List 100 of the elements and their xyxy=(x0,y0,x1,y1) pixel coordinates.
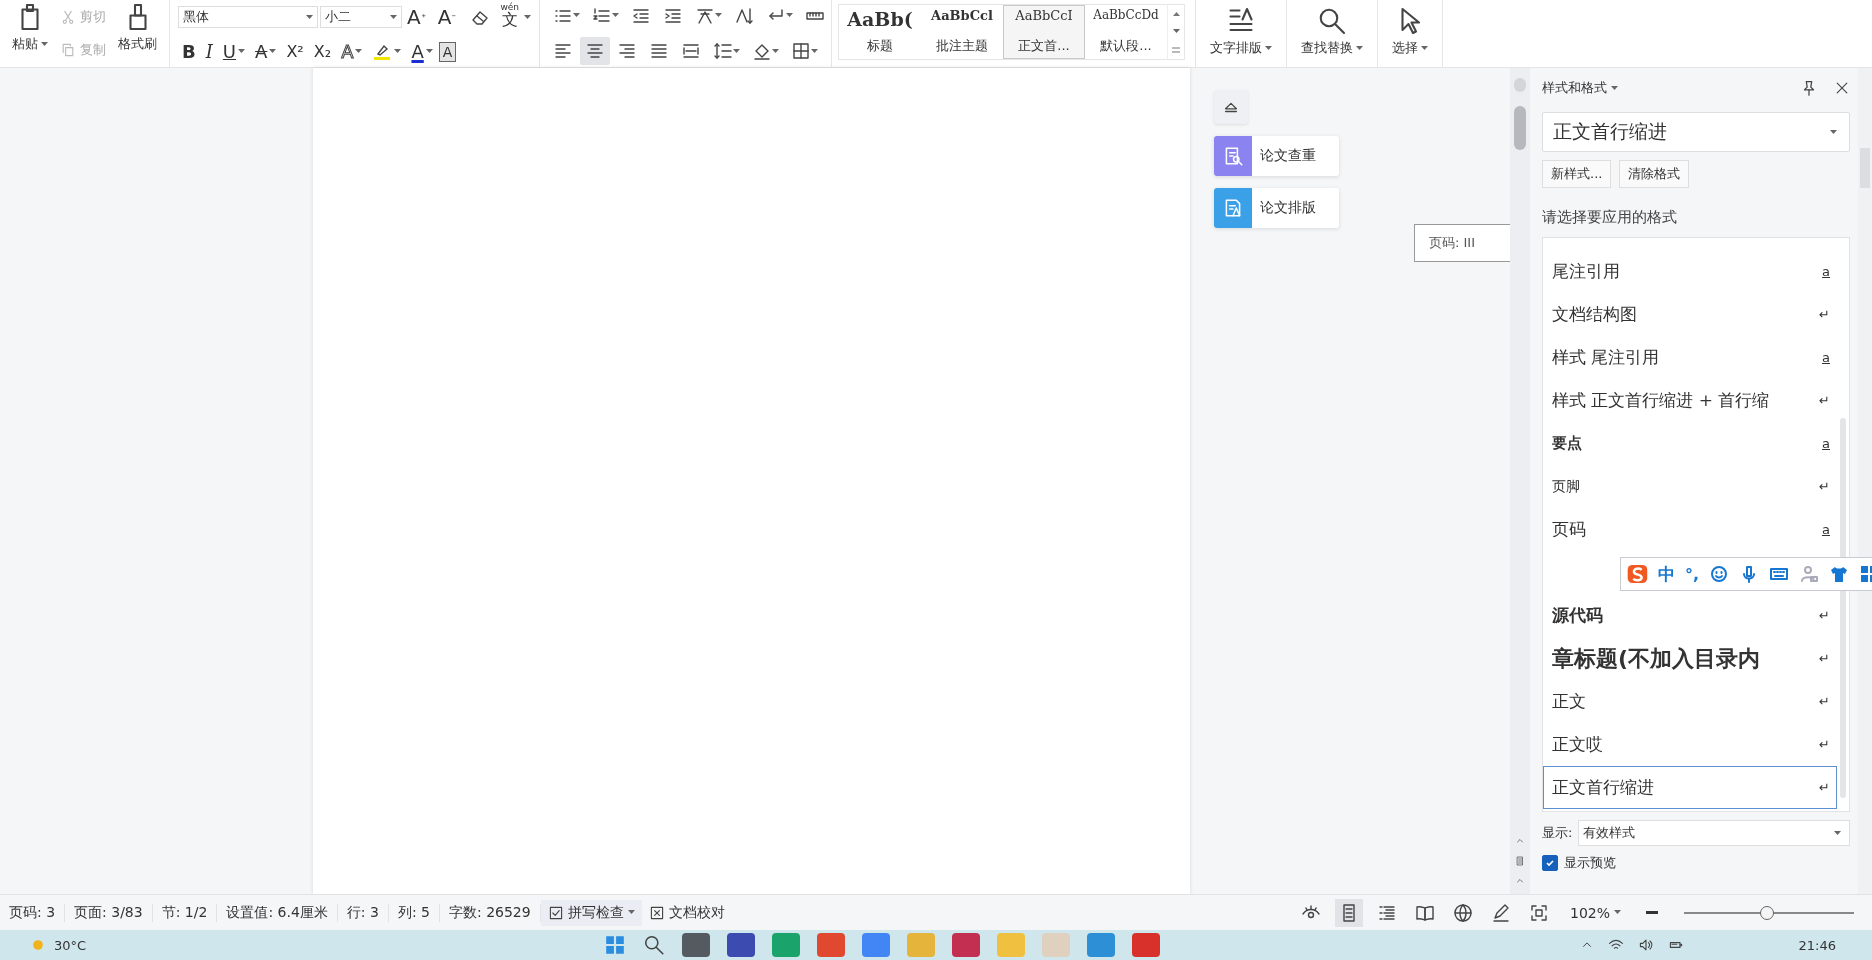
style-type-mark: ↵ xyxy=(1819,479,1830,494)
paste-button[interactable]: 粘贴 xyxy=(8,0,52,67)
scroll-up-icon xyxy=(1172,11,1180,17)
style-gallery-item[interactable]: AaBb( 标题 xyxy=(839,5,921,59)
shirt-icon xyxy=(1829,564,1849,584)
caret-icon xyxy=(1614,910,1621,915)
smiley-icon[interactable] xyxy=(1709,564,1729,584)
style-list-item[interactable]: 源代码 ↵ xyxy=(1543,594,1837,637)
style-name: 样式 正文首行缩进 + 首行缩 xyxy=(1552,389,1770,412)
style-list-item[interactable]: 章标题(不加入目录内 ↵ xyxy=(1543,637,1837,680)
style-type-mark: a xyxy=(1822,350,1830,365)
fontcolor-button[interactable]: A xyxy=(407,38,437,65)
status-item: 字数: 26529 xyxy=(440,903,541,922)
show-dropdown[interactable]: 有效样式 xyxy=(1578,820,1850,846)
align-center-button[interactable] xyxy=(580,37,610,66)
format-painter-button[interactable]: 格式刷 xyxy=(114,0,161,67)
check-icon xyxy=(1545,858,1555,868)
style-name: 批注主题 xyxy=(936,37,988,55)
style-type-mark: ↵ xyxy=(1819,608,1830,623)
style-gallery-item[interactable]: AaBbCcI 正文首... xyxy=(1003,5,1085,59)
paper-layout-button[interactable]: 论文排版 xyxy=(1214,188,1339,228)
browse-object-icon xyxy=(1515,856,1525,866)
status-item: 列: 5 xyxy=(388,903,440,922)
style-list-item[interactable]: 页码 a xyxy=(1543,508,1837,551)
style-name: 样式 尾注引用 xyxy=(1552,346,1660,369)
plagiarism-check-button[interactable]: 论文查重 xyxy=(1214,136,1339,176)
style-list-item[interactable]: 样式 正文首行缩进 + 首行缩 ↵ xyxy=(1543,379,1837,422)
panel-title[interactable]: 样式和格式 xyxy=(1542,79,1796,97)
style-type-mark: ↵ xyxy=(1819,780,1830,795)
sup-button[interactable]: X² xyxy=(282,38,308,65)
grow-font-button[interactable]: A xyxy=(404,4,433,31)
style-sample: AaBbCcl xyxy=(931,8,993,23)
font-name-field[interactable]: 黑体 xyxy=(178,6,318,29)
caret-icon xyxy=(305,14,313,20)
style-list-item[interactable]: 页脚 ↵ xyxy=(1543,465,1837,508)
tooltip: 页码: III xyxy=(1414,224,1512,262)
scrollbar-thumb[interactable] xyxy=(1514,106,1526,150)
checkbox[interactable] xyxy=(1542,855,1558,871)
style-gallery-item[interactable]: AaBbCcDd 默认段... xyxy=(1085,5,1167,59)
shaded-button[interactable]: A xyxy=(438,41,457,62)
sub-button[interactable]: X₂ xyxy=(309,38,336,65)
panel-button[interactable]: 新样式... xyxy=(1542,160,1612,188)
page-view-button[interactable] xyxy=(1334,898,1363,927)
style-list-item[interactable]: 正文哎 ↵ xyxy=(1543,723,1837,766)
style-name: 文档结构图 xyxy=(1552,303,1637,326)
scrollbar[interactable] xyxy=(1510,68,1530,894)
style-list-item[interactable]: 样式 尾注引用 a xyxy=(1543,336,1837,379)
collapse-button[interactable] xyxy=(1214,90,1248,124)
caret-icon xyxy=(627,910,635,915)
clock[interactable]: 21:46 xyxy=(1798,937,1836,953)
style-name: 标题 xyxy=(867,37,893,55)
bold-button[interactable]: B xyxy=(178,38,200,65)
font-size-field[interactable]: 小二 xyxy=(319,6,402,29)
line-spacing-icon xyxy=(713,41,733,62)
style-list-item[interactable]: 尾注引用 a xyxy=(1543,250,1837,293)
previous-page-icon xyxy=(1515,836,1525,846)
style-sample: AaBbCcDd xyxy=(1093,8,1159,22)
style-gallery-item[interactable]: AaBbCcl 批注主题 xyxy=(921,5,1003,59)
input-mode[interactable]: 中 xyxy=(1657,562,1675,586)
search-icon[interactable] xyxy=(643,934,665,956)
current-style-dropdown[interactable]: 正文首行缩进 xyxy=(1542,112,1850,152)
pinyin-guide-button[interactable]: wén 文 xyxy=(497,3,522,32)
style-name: 正文首... xyxy=(1018,37,1070,55)
status-item: 设置值: 6.4厘米 xyxy=(217,903,338,922)
strike-button[interactable]: A xyxy=(251,38,281,65)
style-name: 正文 xyxy=(1552,690,1586,713)
punctuation-mode[interactable]: °, xyxy=(1684,564,1699,584)
caret-icon xyxy=(269,49,277,55)
style-sample: AaBbCcI xyxy=(1015,8,1073,23)
caret-icon xyxy=(41,41,48,47)
spell-check-button[interactable]: 拼写检查 xyxy=(540,899,642,926)
italic-button[interactable]: I xyxy=(201,38,217,65)
caret-icon xyxy=(733,48,740,54)
select-button[interactable]: 选择 xyxy=(1388,4,1432,63)
layout-button[interactable]: 文字排版 xyxy=(1206,4,1276,63)
style-type-mark: ↵ xyxy=(1819,651,1830,666)
checkbox-icon xyxy=(547,904,564,921)
style-list-item[interactable]: 要点 a xyxy=(1543,422,1837,465)
style-list-item[interactable]: 正文首行缩进 ↵ xyxy=(1543,766,1837,809)
underline-button[interactable]: U xyxy=(218,38,250,65)
shrink-font-button[interactable]: A xyxy=(434,4,464,31)
slider-thumb[interactable] xyxy=(1760,905,1775,920)
caret-icon xyxy=(772,48,779,54)
caret-icon xyxy=(355,49,363,55)
scrollbar-thumb[interactable] xyxy=(1840,418,1846,798)
caret-icon xyxy=(524,14,531,20)
status-item: 页面: 3/83 xyxy=(65,903,153,922)
style-list-item[interactable]: 文档结构图 ↵ xyxy=(1543,293,1837,336)
proofread-button[interactable]: 文档校对 xyxy=(641,899,732,926)
close-icon[interactable] xyxy=(1834,80,1850,96)
caret-icon xyxy=(612,13,619,19)
find-button[interactable]: 查找替换 xyxy=(1297,4,1367,63)
panel-button[interactable]: 清除格式 xyxy=(1619,160,1690,188)
style-type-mark: ↵ xyxy=(1819,737,1830,752)
style-type-mark: a xyxy=(1822,522,1830,537)
speaker-icon[interactable] xyxy=(1638,937,1654,953)
zoom-dropdown[interactable]: 102% xyxy=(1562,900,1628,925)
caret-icon xyxy=(1172,29,1180,34)
caret-icon xyxy=(573,13,580,19)
style-list-item[interactable]: 正文 ↵ xyxy=(1543,680,1837,723)
